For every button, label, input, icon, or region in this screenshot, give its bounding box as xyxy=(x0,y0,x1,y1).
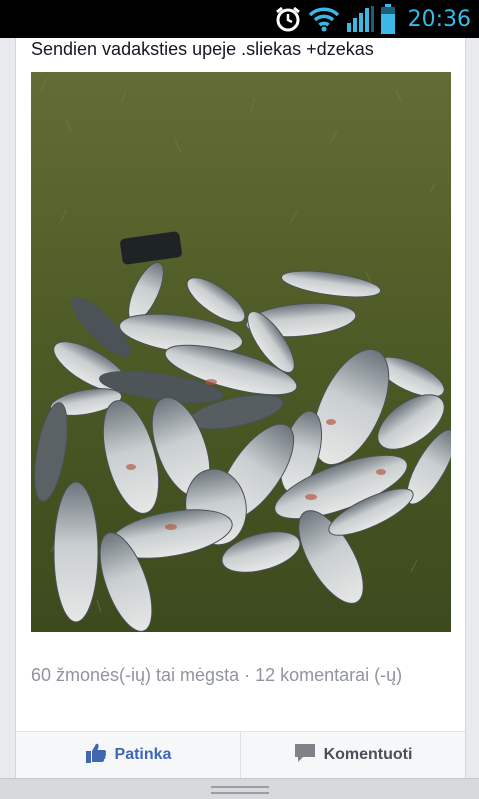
drawer-handle[interactable] xyxy=(211,786,269,794)
post-actions: Patinka Komentuoti xyxy=(16,731,465,778)
comment-label: Komentuoti xyxy=(323,746,413,763)
post-text: Sendien vadaksties upeje .sliekas +dzeka… xyxy=(31,39,374,59)
alarm-clock-icon xyxy=(274,5,302,33)
like-button[interactable]: Patinka xyxy=(16,732,241,778)
status-icons: 20:36 xyxy=(274,4,471,34)
likes-comments-summary[interactable]: 60 žmonės(-ių) tai mėgsta · 12 komentara… xyxy=(31,660,451,690)
signal-icon xyxy=(346,5,374,33)
battery-icon xyxy=(380,4,396,34)
fish-catch-photo xyxy=(31,72,451,632)
comment-button[interactable]: Komentuoti xyxy=(241,732,465,778)
navigation-bar xyxy=(0,778,479,799)
wifi-icon xyxy=(308,6,340,32)
like-label: Patinka xyxy=(114,746,172,763)
comment-icon xyxy=(294,743,316,768)
post-card: Sendien vadaksties upeje .sliekas +dzeka… xyxy=(15,38,466,778)
status-bar: 20:36 xyxy=(0,0,479,38)
thumbs-up-icon xyxy=(85,742,107,769)
post-photo[interactable] xyxy=(31,72,451,632)
status-clock: 20:36 xyxy=(407,6,471,32)
